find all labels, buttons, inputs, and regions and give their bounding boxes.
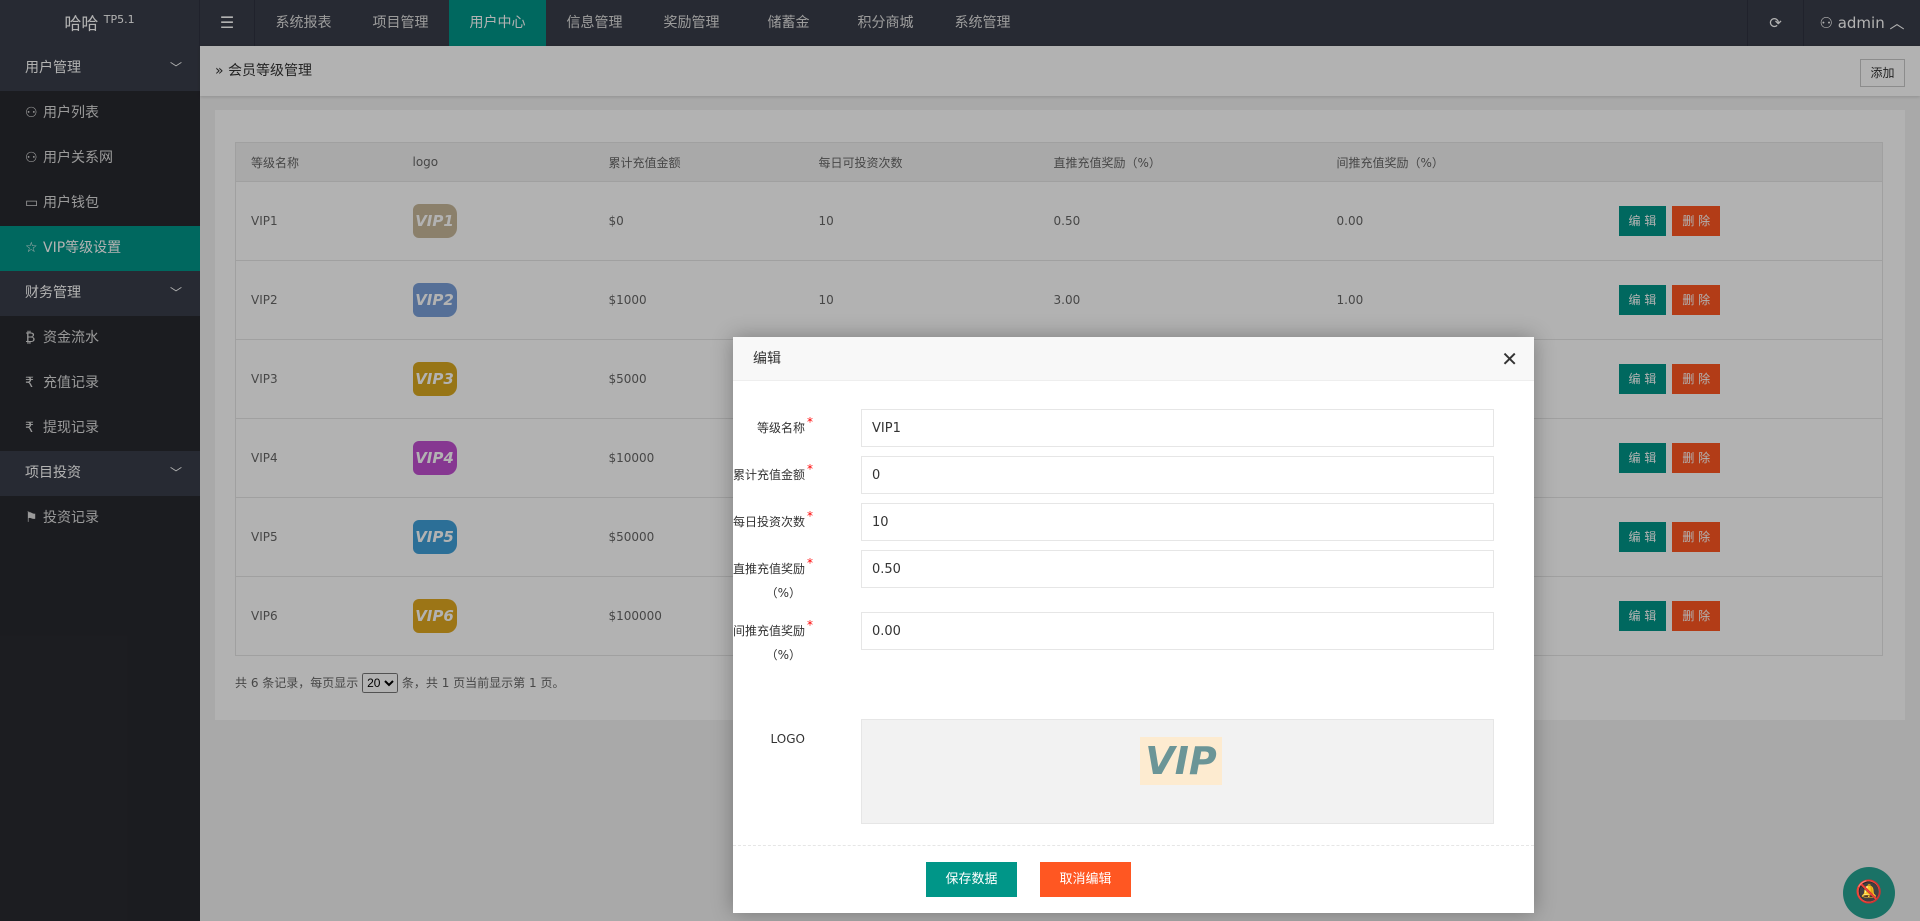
field-input[interactable] bbox=[861, 409, 1494, 447]
cancel-button[interactable]: 取消编辑 bbox=[1040, 862, 1131, 897]
required-mark: * bbox=[807, 509, 813, 523]
close-icon[interactable]: ✕ bbox=[1501, 337, 1518, 381]
field-input[interactable] bbox=[861, 456, 1494, 494]
logo-label: LOGO bbox=[770, 732, 805, 746]
field-label: 间推充值奖励 * （%） bbox=[732, 618, 813, 662]
modal-title: 编辑 bbox=[753, 351, 781, 367]
field-label: 等级名称 * bbox=[756, 415, 813, 435]
field-label: 累计充值金额 * bbox=[732, 462, 813, 482]
field-input[interactable] bbox=[861, 550, 1494, 588]
required-mark: * bbox=[807, 556, 813, 570]
field-label: 直推充值奖励 * （%） bbox=[732, 556, 813, 600]
required-mark: * bbox=[807, 415, 813, 429]
logo-upload[interactable]: VIP bbox=[861, 719, 1494, 824]
modal-footer-divider bbox=[733, 845, 1534, 846]
notification-muted-icon[interactable]: 🔕 bbox=[1843, 867, 1895, 919]
required-mark: * bbox=[807, 462, 813, 476]
field-input[interactable] bbox=[861, 503, 1494, 541]
required-mark: * bbox=[807, 618, 813, 632]
edit-modal: 编辑 ✕ 等级名称* 累计充值金额* 每日投资次数* 直推充值奖励*（%） 间推充值奖励*… bbox=[733, 337, 1534, 913]
field-input[interactable] bbox=[861, 612, 1494, 650]
field-label: 每日投资次数 * bbox=[732, 509, 813, 529]
logo-preview: VIP bbox=[1140, 737, 1222, 785]
save-button[interactable]: 保存数据 bbox=[926, 862, 1017, 897]
